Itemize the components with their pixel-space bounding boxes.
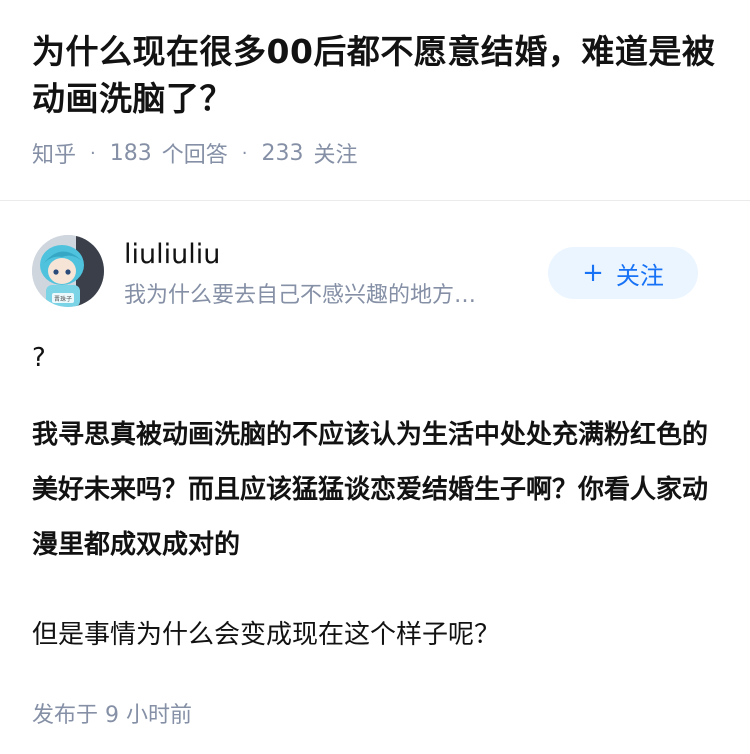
- avatar-image: 晋珠子: [32, 235, 104, 307]
- separator-dot: ·: [241, 142, 248, 164]
- author-row: 晋珠子 liuliuliu 我为什么要去自己不感兴趣的地方… + 关注: [0, 235, 750, 335]
- follow-button[interactable]: + 关注: [548, 247, 698, 299]
- follower-count-label: 关注: [313, 143, 358, 168]
- answer-count: 183: [109, 140, 152, 166]
- separator-dot: ·: [90, 142, 96, 164]
- question-title[interactable]: 为什么现在很多00后都不愿意结婚，难道是被动画洗脑了？: [32, 28, 718, 122]
- question-header: 为什么现在很多00后都不愿意结婚，难道是被动画洗脑了？ 知乎 · 183 个回答…: [0, 0, 750, 172]
- author-bio: 我为什么要去自己不感兴趣的地方…: [124, 283, 477, 308]
- answer-content: ? 我寻思真被动画洗脑的不应该认为生活中处处充满粉红色的美好未来吗？而且应该猛猛…: [0, 340, 750, 729]
- plus-icon: +: [582, 258, 604, 288]
- section-divider: [0, 200, 750, 201]
- question-meta: 知乎 · 183 个回答 · 233 关注: [32, 137, 718, 169]
- follow-button-label: 关注: [615, 261, 664, 290]
- answer-count-label: 个回答: [161, 143, 228, 168]
- source-label[interactable]: 知乎: [32, 137, 76, 169]
- answer-paragraph: 但是事情为什么会变成现在这个样子呢？: [32, 620, 501, 650]
- avatar-caption: 晋珠子: [54, 295, 72, 303]
- author-name[interactable]: liuliuliu: [124, 239, 220, 270]
- avatar[interactable]: 晋珠子: [32, 235, 104, 307]
- follower-count: 233: [261, 140, 304, 166]
- answer-paragraph-bold: 我寻思真被动画洗脑的不应该认为生活中处处充满粉红色的美好未来吗？而且应该猛猛谈恋…: [32, 420, 709, 560]
- answer-paragraph: ?: [32, 343, 46, 373]
- publish-time: 发布于 9 小时前: [32, 703, 192, 728]
